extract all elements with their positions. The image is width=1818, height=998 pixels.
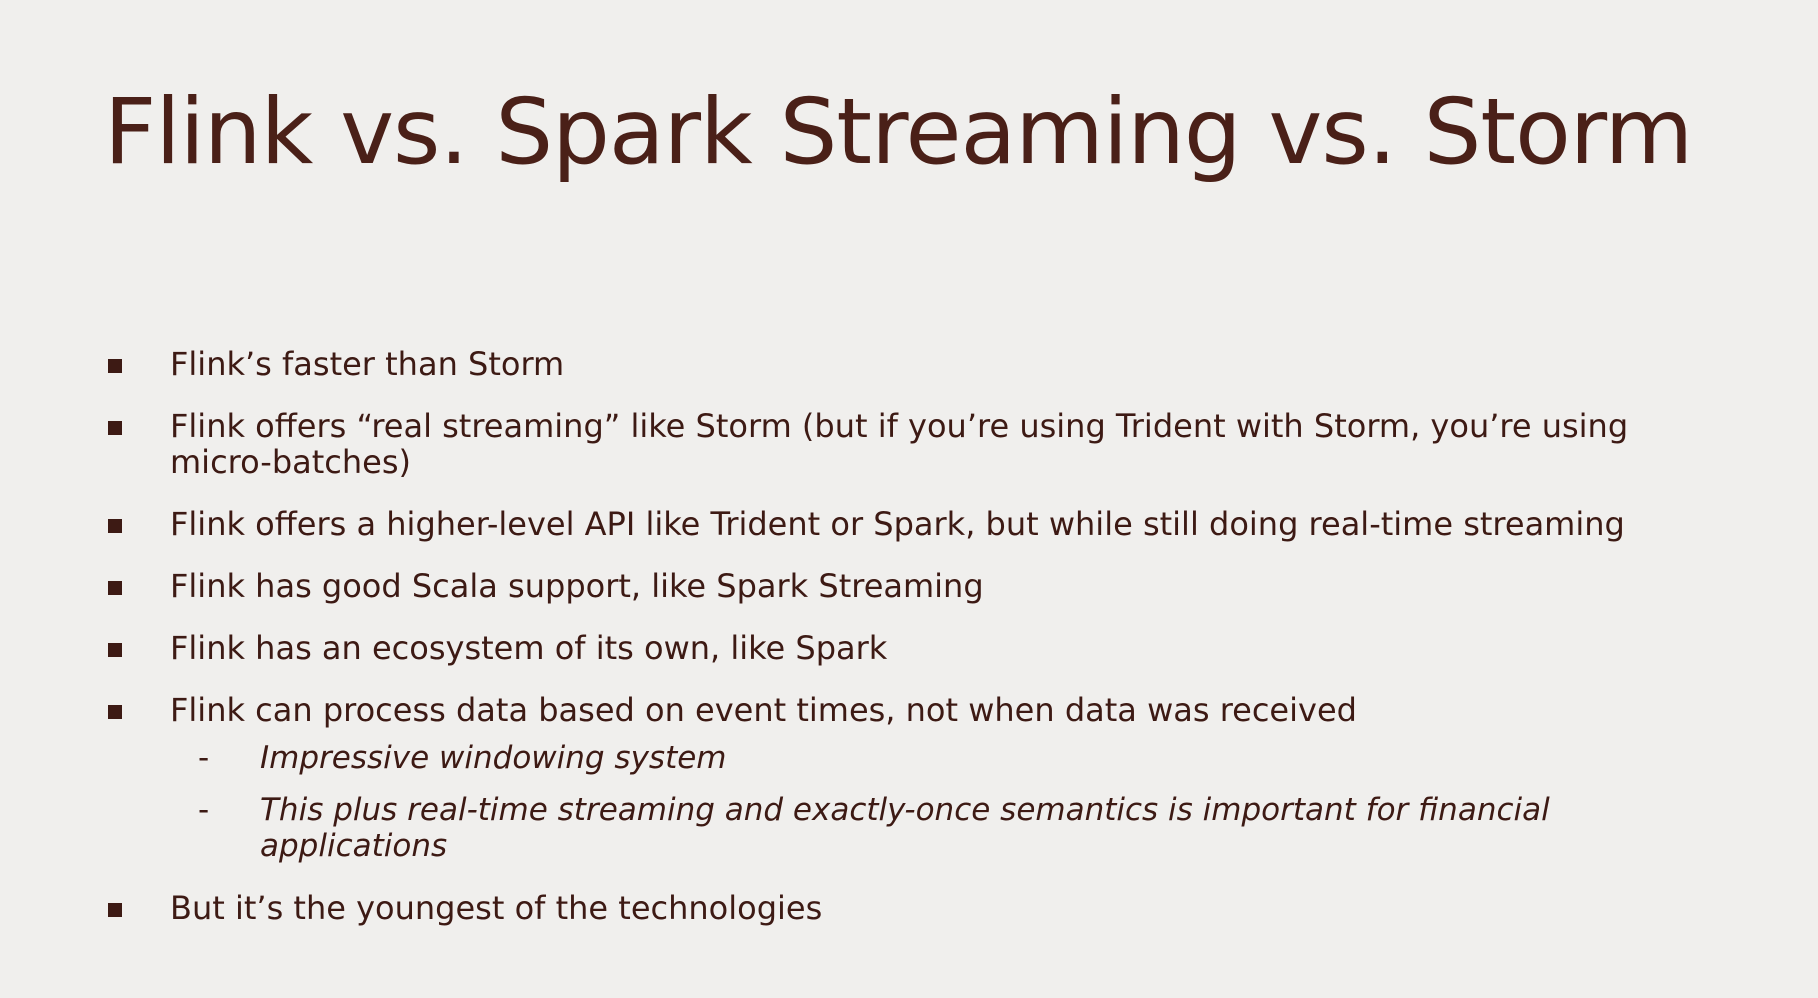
- square-bullet-icon: [108, 643, 122, 657]
- sub-bullet-text: This plus real-time streaming and exactl…: [260, 792, 1550, 864]
- bullet-item: Flink offers a higher-level API like Tri…: [104, 506, 1704, 542]
- bullet-text: Flink has an ecosystem of its own, like …: [170, 629, 888, 667]
- dash-bullet-icon: -: [198, 740, 210, 776]
- bullet-item: Flink’s faster than Storm: [104, 346, 1704, 382]
- sub-bullet-text: Impressive windowing system: [260, 740, 727, 776]
- square-bullet-icon: [108, 359, 122, 373]
- bullet-item: Flink can process data based on event ti…: [104, 692, 1704, 864]
- bullet-text: Flink can process data based on event ti…: [170, 691, 1357, 729]
- slide-title: Flink vs. Spark Streaming vs. Storm: [104, 80, 1693, 185]
- bullet-item: Flink has an ecosystem of its own, like …: [104, 630, 1704, 666]
- square-bullet-icon: [108, 519, 122, 533]
- bullet-list: Flink’s faster than Storm Flink offers “…: [104, 346, 1704, 952]
- dash-bullet-icon: -: [198, 792, 210, 828]
- bullet-text: Flink’s faster than Storm: [170, 345, 565, 383]
- square-bullet-icon: [108, 705, 122, 719]
- square-bullet-icon: [108, 421, 122, 435]
- square-bullet-icon: [108, 903, 122, 917]
- bullet-text: Flink offers a higher-level API like Tri…: [170, 505, 1625, 543]
- sub-bullet-item: - Impressive windowing system: [170, 740, 1704, 776]
- bullet-item: But it’s the youngest of the technologie…: [104, 890, 1704, 926]
- bullet-text: Flink offers “real streaming” like Storm…: [170, 407, 1629, 481]
- square-bullet-icon: [108, 581, 122, 595]
- sub-bullet-item: - This plus real-time streaming and exac…: [170, 792, 1704, 864]
- slide: Flink vs. Spark Streaming vs. Storm Flin…: [0, 0, 1818, 998]
- bullet-text: Flink has good Scala support, like Spark…: [170, 567, 984, 605]
- sub-bullet-list: - Impressive windowing system - This plu…: [170, 740, 1704, 864]
- bullet-item: Flink offers “real streaming” like Storm…: [104, 408, 1704, 480]
- bullet-item: Flink has good Scala support, like Spark…: [104, 568, 1704, 604]
- bullet-text: But it’s the youngest of the technologie…: [170, 889, 823, 927]
